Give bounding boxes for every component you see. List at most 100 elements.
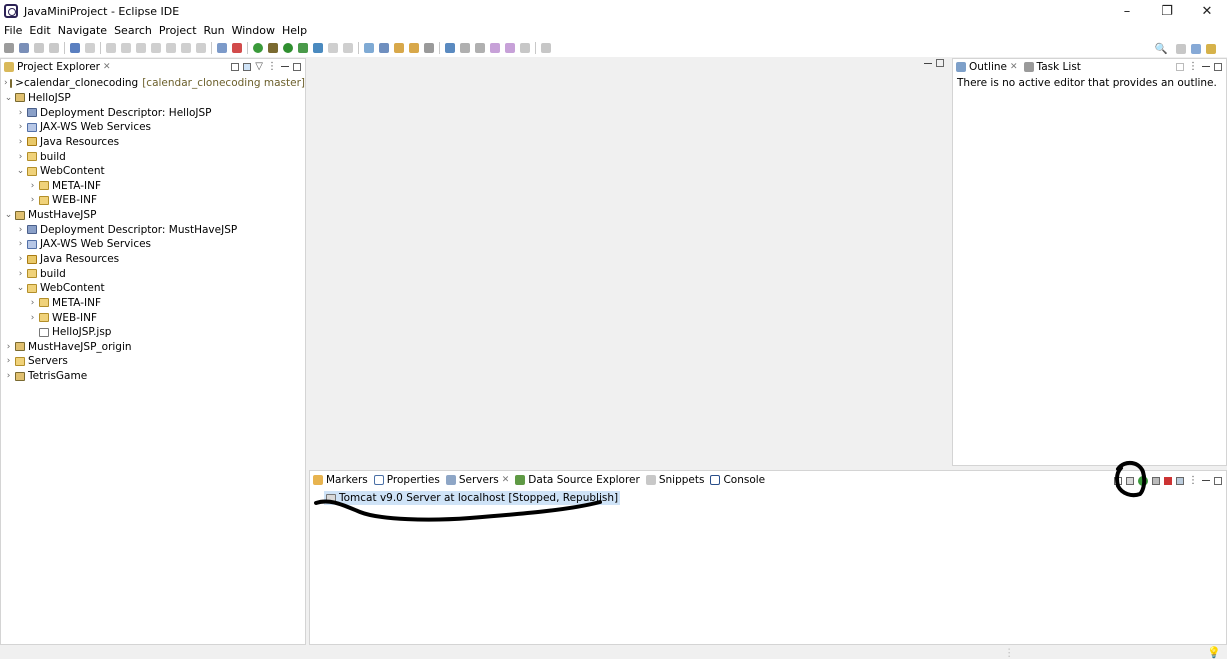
tab-data-source-explorer[interactable]: Data Source Explorer	[515, 474, 640, 486]
stop-server-icon[interactable]	[1164, 476, 1172, 485]
tree-item[interactable]: › build	[1, 149, 305, 164]
search-icon[interactable]: 🔍	[1155, 42, 1168, 55]
tree-item[interactable]: › Java Resources	[1, 252, 305, 267]
tree-item[interactable]: › Java Resources	[1, 135, 305, 150]
new-type-icon[interactable]	[19, 43, 29, 53]
tab-outline[interactable]: Outline ✕	[956, 61, 1018, 73]
coverage-icon[interactable]	[298, 43, 308, 53]
tree-item[interactable]: ⌄ HelloJSP	[1, 91, 305, 106]
chevron-right-icon[interactable]: ›	[4, 342, 13, 352]
minimize-icon[interactable]	[281, 66, 289, 67]
view-menu-icon[interactable]: ⋮	[267, 61, 277, 72]
open-task-icon[interactable]	[409, 43, 419, 53]
chevron-right-icon[interactable]: ›	[4, 78, 8, 88]
toggle-icon[interactable]	[85, 43, 95, 53]
minimize-button[interactable]: –	[1107, 0, 1147, 22]
menu-search[interactable]: Search	[114, 24, 152, 37]
terminate-icon[interactable]	[136, 43, 146, 53]
step-return-icon[interactable]	[196, 43, 206, 53]
last-edit-icon[interactable]	[490, 43, 500, 53]
menu-run[interactable]: Run	[204, 24, 225, 37]
pin-editor-icon[interactable]	[541, 43, 551, 53]
tree-item[interactable]: › Deployment Descriptor: MustHaveJSP	[1, 222, 305, 237]
maximize-icon[interactable]	[1214, 62, 1222, 71]
skip-breakpoints-icon[interactable]	[232, 43, 242, 53]
server-stop-icon[interactable]	[328, 43, 338, 53]
view-menu-icon[interactable]: ⋮	[1188, 61, 1198, 72]
close-icon[interactable]: ✕	[103, 62, 111, 72]
menu-file[interactable]: File	[4, 24, 22, 37]
tree-item[interactable]: › > calendar_clonecoding [calendar_clone…	[1, 76, 305, 91]
view-menu-icon[interactable]: ⋮	[1188, 475, 1198, 486]
chevron-right-icon[interactable]: ›	[16, 122, 25, 132]
tree-item[interactable]: ⌄ MustHaveJSP	[1, 208, 305, 223]
minimize-icon[interactable]	[924, 62, 932, 64]
tree-item[interactable]: ⌄ WebContent	[1, 164, 305, 179]
drop-frame-icon[interactable]	[217, 43, 227, 53]
chevron-right-icon[interactable]: ›	[16, 152, 25, 162]
next-annotation-icon[interactable]	[460, 43, 470, 53]
tree-item[interactable]: › Servers	[1, 354, 305, 369]
chevron-down-icon[interactable]: ⌄	[16, 166, 25, 176]
chevron-right-icon[interactable]: ›	[16, 137, 25, 147]
tab-servers[interactable]: Servers ✕	[445, 474, 509, 486]
new-icon[interactable]	[4, 43, 14, 53]
disconnect-icon[interactable]	[151, 43, 161, 53]
save-icon[interactable]	[34, 43, 44, 53]
tree-item[interactable]: › TetrisGame	[1, 369, 305, 384]
chevron-right-icon[interactable]: ›	[28, 313, 37, 323]
chevron-right-icon[interactable]: ›	[28, 195, 37, 205]
publish-icon[interactable]	[1176, 476, 1184, 485]
close-button[interactable]: ✕	[1187, 0, 1227, 22]
debug-server-icon[interactable]	[1126, 476, 1134, 485]
focus-icon[interactable]	[1176, 62, 1184, 71]
debug-icon[interactable]	[268, 43, 278, 53]
server-icon[interactable]	[343, 43, 353, 53]
tab-properties[interactable]: Properties	[373, 474, 440, 486]
search-tool-icon[interactable]	[424, 43, 434, 53]
close-icon[interactable]: ✕	[1010, 62, 1018, 72]
terminal-icon[interactable]	[70, 43, 80, 53]
tree-item[interactable]: HelloJSP.jsp	[1, 325, 305, 340]
run-as-icon[interactable]	[283, 43, 293, 53]
run-icon[interactable]	[253, 43, 263, 53]
new-java-project-icon[interactable]	[364, 43, 374, 53]
start-server-icon[interactable]	[1138, 475, 1148, 486]
java-perspective-icon[interactable]	[1206, 43, 1216, 54]
link-editor-icon[interactable]	[243, 62, 252, 71]
tree-item[interactable]: › WEB-INF	[1, 310, 305, 325]
tree-item[interactable]: ⌄ WebContent	[1, 281, 305, 296]
save-all-icon[interactable]	[49, 43, 59, 53]
filter-icon[interactable]: ▽	[255, 61, 263, 72]
tree-item[interactable]: › build	[1, 266, 305, 281]
tree-item[interactable]: › MustHaveJSP_origin	[1, 340, 305, 355]
maximize-icon[interactable]	[293, 62, 301, 71]
menu-window[interactable]: Window	[232, 24, 275, 37]
step-over-icon[interactable]	[181, 43, 191, 53]
external-tools-icon[interactable]	[313, 43, 323, 53]
collapse-icon[interactable]	[1114, 476, 1122, 485]
tree-item[interactable]: › JAX-WS Web Services	[1, 120, 305, 135]
tree-item[interactable]: › Deployment Descriptor: HelloJSP	[1, 105, 305, 120]
open-perspective-icon[interactable]	[1176, 43, 1186, 54]
resume-icon[interactable]	[106, 43, 116, 53]
chevron-down-icon[interactable]: ⌄	[4, 93, 13, 103]
minimize-icon[interactable]	[1202, 66, 1210, 67]
suspend-icon[interactable]	[121, 43, 131, 53]
menu-navigate[interactable]: Navigate	[58, 24, 107, 37]
chevron-right-icon[interactable]: ›	[16, 254, 25, 264]
menu-edit[interactable]: Edit	[29, 24, 50, 37]
chevron-right-icon[interactable]: ›	[28, 181, 37, 191]
chevron-right-icon[interactable]: ›	[4, 356, 13, 366]
server-entry[interactable]: Tomcat v9.0 Server at localhost [Stopped…	[324, 491, 621, 505]
minimize-icon[interactable]	[1202, 480, 1210, 481]
collapse-all-icon[interactable]	[231, 62, 240, 71]
tree-item[interactable]: › META-INF	[1, 178, 305, 193]
chevron-right-icon[interactable]: ›	[16, 269, 25, 279]
tree-item[interactable]: › JAX-WS Web Services	[1, 237, 305, 252]
chevron-down-icon[interactable]: ⌄	[16, 283, 25, 293]
back-icon[interactable]	[505, 43, 515, 53]
maximize-icon[interactable]	[936, 59, 944, 67]
tree-item[interactable]: › META-INF	[1, 296, 305, 311]
lightbulb-icon[interactable]: 💡	[1207, 646, 1221, 659]
